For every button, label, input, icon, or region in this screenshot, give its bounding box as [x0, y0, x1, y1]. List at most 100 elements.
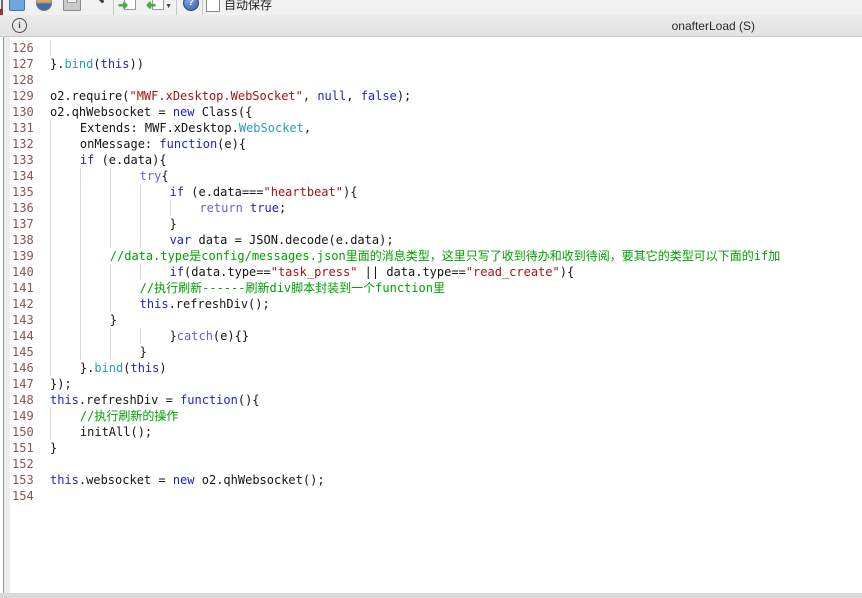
help-button[interactable]: ?: [182, 0, 200, 12]
globe-button[interactable]: [35, 0, 53, 12]
code-line[interactable]: 131 Extends: MWF.xDesktop.WebSocket,: [10, 120, 862, 136]
indent-guide: [109, 232, 140, 248]
info-icon: i: [12, 18, 27, 33]
code-line-content: Extends: MWF.xDesktop.WebSocket,: [50, 120, 311, 136]
code-token: function: [180, 393, 238, 407]
toolbar: ✦ ➜ ➜▼ ? 自动保存: [0, 0, 862, 16]
code-line-content: try{: [50, 168, 169, 184]
indent-guide: [79, 184, 110, 200]
code-line[interactable]: 128: [10, 72, 862, 88]
code-token: (){: [237, 393, 260, 407]
code-token: }: [169, 217, 177, 231]
code-line[interactable]: 130 o2.qhWebsocket = new Class({: [10, 104, 862, 120]
code-token: (data.type==: [184, 265, 271, 279]
indent-guide: [109, 216, 140, 232]
code-token: });: [50, 377, 72, 391]
code-line-content: //data.type是config/messages.json里面的消息类型，…: [50, 248, 780, 264]
format-wand-icon: ✦: [91, 0, 109, 12]
code-token: //执行刷新------刷新div脚本封装到一个function里: [139, 281, 445, 295]
code-line-content: if (e.data){: [50, 152, 167, 168]
code-line[interactable]: 134 try{: [10, 168, 862, 184]
indent-guide: [109, 264, 140, 280]
code-line-content: //执行刷新的操作: [50, 408, 178, 424]
code-line[interactable]: 135 if (e.data==="heartbeat"){: [10, 184, 862, 200]
code-line[interactable]: 154: [10, 488, 862, 504]
indent-guide: [50, 184, 80, 200]
print-button[interactable]: [63, 0, 81, 12]
help-icon: ?: [183, 0, 199, 11]
code-line[interactable]: 137}: [10, 216, 862, 232]
code-token: (e){}: [212, 329, 250, 343]
indent-guide: [50, 136, 80, 152]
line-number: 137: [12, 217, 34, 231]
indent-guide: [109, 344, 140, 360]
code-line[interactable]: 146}.bind(this): [10, 360, 862, 376]
indent-guide: [50, 312, 80, 328]
indent-guide: [50, 40, 80, 56]
line-number: 136: [12, 201, 34, 215]
code-line[interactable]: 145}: [10, 344, 862, 360]
event-name-label: onafterLoad (S): [671, 19, 755, 33]
code-token: "task_press": [270, 265, 358, 279]
autosave-label: 自动保存: [224, 0, 273, 12]
code-token: o2.qhWebsocket();: [194, 473, 325, 487]
code-line-content: if (e.data==="heartbeat"){: [50, 184, 357, 200]
autosave-checkbox[interactable]: [206, 0, 220, 12]
info-bar: i onafterLoad (S): [0, 15, 862, 37]
code-line[interactable]: 151}: [10, 440, 862, 456]
code-line[interactable]: 140 if(data.type=="task_press" || data.ty…: [10, 264, 862, 280]
code-line[interactable]: 141 //执行刷新------刷新div脚本封装到一个function里: [10, 280, 862, 296]
line-number: 138: [12, 233, 34, 247]
indent-guide: [79, 216, 110, 232]
code-line[interactable]: 126: [10, 40, 862, 56]
code-line[interactable]: 143}: [10, 312, 862, 328]
code-token: ,: [346, 89, 361, 103]
print-icon: [63, 0, 81, 11]
code-line[interactable]: 148 this.refreshDiv = function(){: [10, 392, 862, 408]
code-line[interactable]: 139 //data.type是config/messages.json里面的消息…: [10, 248, 862, 264]
code-editor[interactable]: 126 127}.bind(this)) 128 129 o2.require("MWF…: [10, 37, 862, 593]
new-document-button[interactable]: [8, 0, 26, 12]
code-line[interactable]: 127}.bind(this)): [10, 56, 862, 72]
code-line[interactable]: 136 return true;: [10, 200, 862, 216]
code-line-content: if(data.type=="task_press" || data.type=…: [50, 264, 574, 280]
code-line[interactable]: 144}catch(e){}: [10, 328, 862, 344]
line-number: 134: [12, 169, 34, 183]
code-line[interactable]: 149 //执行刷新的操作: [10, 408, 862, 424]
code-token: "read_create": [465, 265, 560, 279]
line-number: 152: [12, 457, 34, 471]
indent-guide: [50, 264, 80, 280]
line-number: 140: [12, 265, 34, 279]
horizontal-scrollbar[interactable]: [0, 593, 862, 598]
code-token: WebSocket: [238, 121, 304, 135]
line-number: 146: [12, 361, 34, 375]
code-line[interactable]: 129 o2.require("MWF.xDesktop.WebSocket", …: [10, 88, 862, 104]
code-line[interactable]: 142 this.refreshDiv();: [10, 296, 862, 312]
code-token: o2.require(: [50, 89, 130, 103]
code-line[interactable]: 150 initAll();: [10, 424, 862, 440]
code-token: if: [169, 185, 185, 199]
code-line[interactable]: 152: [10, 456, 862, 472]
code-line-content: }: [50, 344, 147, 360]
globe-icon: [36, 0, 52, 11]
code-token: .refreshDiv =: [78, 393, 181, 407]
code-line[interactable]: 138 var data = JSON.decode(e.data);: [10, 232, 862, 248]
indent-guide: [50, 248, 80, 264]
export-button[interactable]: ➜: [118, 0, 137, 12]
code-line-content: //执行刷新------刷新div脚本封装到一个function里: [50, 280, 445, 296]
code-token: //data.type是config/messages.json里面的消息类型，…: [109, 249, 781, 263]
code-line-content: this.refreshDiv();: [50, 296, 270, 312]
code-line[interactable]: 153 this.websocket = new o2.qhWebsocket()…: [10, 472, 862, 488]
code-line[interactable]: 132 onMessage: function(e){: [10, 136, 862, 152]
import-button[interactable]: ➜ ▼: [146, 0, 172, 12]
code-line[interactable]: 133 if (e.data){: [10, 152, 862, 168]
line-number: 145: [12, 345, 34, 359]
code-token: );: [396, 89, 412, 103]
code-token: null: [317, 89, 347, 103]
code-token: .refreshDiv();: [168, 297, 270, 311]
indent-guide: [50, 360, 80, 376]
format-button[interactable]: ✦: [91, 0, 109, 12]
code-line[interactable]: 147});: [10, 376, 862, 392]
code-token: Extends: MWF.xDesktop.: [79, 121, 239, 135]
